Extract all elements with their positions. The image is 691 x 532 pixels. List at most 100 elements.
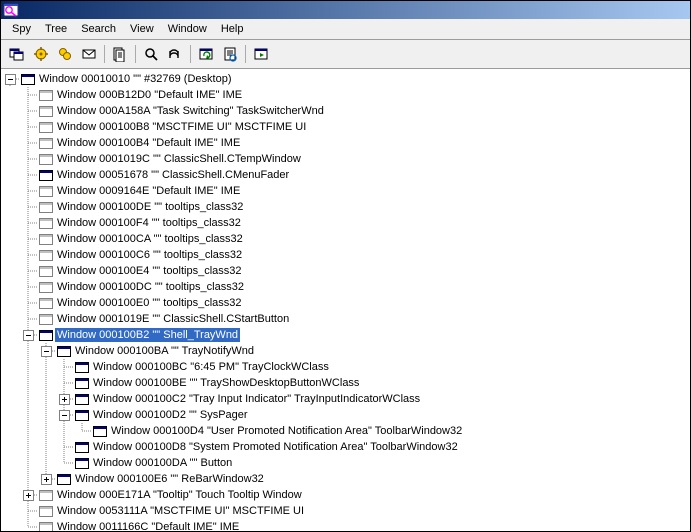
tree-item-label[interactable]: Window 000E171A "Tooltip" Touch Tooltip … (55, 488, 304, 502)
title-bar (1, 1, 690, 19)
tree-row[interactable]: Window 000A158A "Task Switching" TaskSwi… (1, 103, 690, 119)
tree-item-label[interactable]: Window 000100BE "" TrayShowDesktopButton… (91, 376, 361, 390)
tree-row[interactable]: Window 0009164E "Default IME" IME (1, 183, 690, 199)
menu-spy[interactable]: Spy (5, 21, 38, 37)
tree-row[interactable]: Window 0011166C "Default IME" IME (1, 519, 690, 531)
tree-item-label[interactable]: Window 000100DE "" tooltips_class32 (55, 200, 245, 214)
window-icon (73, 359, 91, 375)
tree-row[interactable]: Window 00051678 "" ClassicShell.CMenuFad… (1, 167, 690, 183)
tree-connectors (1, 407, 73, 423)
tool-properties-icon[interactable] (218, 42, 242, 66)
tool-refresh-window-icon[interactable] (194, 42, 218, 66)
tree-item-label[interactable]: Window 000100D2 "" SysPager (91, 408, 250, 422)
tool-refresh-icon[interactable] (249, 42, 273, 66)
tool-threads-icon[interactable] (53, 42, 77, 66)
tree-row[interactable]: Window 000100B2 "" Shell_TrayWnd (1, 327, 690, 343)
collapse-icon[interactable] (41, 346, 52, 357)
tree-row[interactable]: Window 000100BC "6:45 PM" TrayClockWClas… (1, 359, 690, 375)
window-icon (55, 471, 73, 487)
tree-connectors (1, 391, 73, 407)
tree-row[interactable]: Window 000100D4 "User Promoted Notificat… (1, 423, 690, 439)
tree-item-label[interactable]: Window 000100BA "" TrayNotifyWnd (73, 344, 256, 358)
tree-item-label[interactable]: Window 000100B2 "" Shell_TrayWnd (55, 328, 240, 342)
tree-row[interactable]: Window 000100E6 "" ReBarWindow32 (1, 471, 690, 487)
hidden-window-icon (37, 87, 55, 103)
tree-item-label[interactable]: Window 000100CA "" tooltips_class32 (55, 232, 245, 246)
tree-item-label[interactable]: Window 000A158A "Task Switching" TaskSwi… (55, 104, 326, 118)
tool-messages-icon[interactable] (77, 42, 101, 66)
expand-icon[interactable] (23, 490, 34, 501)
collapse-icon[interactable] (5, 74, 16, 85)
menu-search[interactable]: Search (74, 21, 123, 37)
tree-row[interactable]: Window 000100E0 "" tooltips_class32 (1, 295, 690, 311)
tree-item-label[interactable]: Window 0053111A "MSCTFIME UI" MSCTFIME U… (55, 504, 306, 518)
tree-item-label[interactable]: Window 000100C6 "" tooltips_class32 (55, 248, 244, 262)
tree-item-label[interactable]: Window 000100C2 "Tray Input Indicator" T… (91, 392, 422, 406)
expand-icon[interactable] (59, 394, 70, 405)
tree-connectors (1, 311, 37, 327)
tree-connectors (1, 343, 55, 359)
tree-item-label[interactable]: Window 000100B4 "Default IME" IME (55, 136, 242, 150)
tree-connectors (1, 487, 37, 503)
expand-icon[interactable] (41, 474, 52, 485)
tool-find-window-icon[interactable] (139, 42, 163, 66)
tree-row[interactable]: Window 000B12D0 "Default IME" IME (1, 87, 690, 103)
tree-row[interactable]: Window 000100E4 "" tooltips_class32 (1, 263, 690, 279)
tree-item-label[interactable]: Window 000100DC "" tooltips_class32 (55, 280, 246, 294)
tree-item-label[interactable]: Window 000100BC "6:45 PM" TrayClockWClas… (91, 360, 331, 374)
menu-window[interactable]: Window (161, 21, 214, 37)
tree-connectors (1, 503, 37, 519)
tree-connectors (1, 359, 73, 375)
menu-help[interactable]: Help (214, 21, 251, 37)
tree-view[interactable]: Window 00010010 "" #32769 (Desktop) Wind… (1, 69, 690, 531)
tree-row[interactable]: Window 000100C6 "" tooltips_class32 (1, 247, 690, 263)
tree-item-label[interactable]: Window 000100F4 "" tooltips_class32 (55, 216, 243, 230)
tree-connectors (1, 279, 37, 295)
tree-connectors (1, 327, 37, 343)
tree-item-label[interactable]: Window 00010010 "" #32769 (Desktop) (37, 72, 233, 86)
tree-item-label[interactable]: Window 0011166C "Default IME" IME (55, 520, 241, 531)
tree-row[interactable]: Window 0053111A "MSCTFIME UI" MSCTFIME U… (1, 503, 690, 519)
tree-item-label[interactable]: Window 0009164E "Default IME" IME (55, 184, 242, 198)
window-icon (73, 391, 91, 407)
tool-log-icon[interactable] (108, 42, 132, 66)
hidden-window-icon (37, 247, 55, 263)
tree-item-label[interactable]: Window 0001019C "" ClassicShell.CTempWin… (55, 152, 303, 166)
tree-item-label[interactable]: Window 000100E0 "" tooltips_class32 (55, 296, 244, 310)
tool-find-icon[interactable] (163, 42, 187, 66)
tree-row[interactable]: Window 00010010 "" #32769 (Desktop) (1, 71, 690, 87)
tree-row[interactable]: Window 000100C2 "Tray Input Indicator" T… (1, 391, 690, 407)
tree-row[interactable]: Window 000100DC "" tooltips_class32 (1, 279, 690, 295)
tree-row[interactable]: Window 000100F4 "" tooltips_class32 (1, 215, 690, 231)
tree-item-label[interactable]: Window 0001019E "" ClassicShell.CStartBu… (55, 312, 291, 326)
tool-processes-icon[interactable] (29, 42, 53, 66)
tree-row[interactable]: Window 000100CA "" tooltips_class32 (1, 231, 690, 247)
hidden-window-icon (37, 279, 55, 295)
tree-connectors (1, 151, 37, 167)
menu-tree[interactable]: Tree (38, 21, 74, 37)
tree-row[interactable]: Window 0001019E "" ClassicShell.CStartBu… (1, 311, 690, 327)
tree-row[interactable]: Window 000100BE "" TrayShowDesktopButton… (1, 375, 690, 391)
tree-row[interactable]: Window 000100DE "" tooltips_class32 (1, 199, 690, 215)
hidden-window-icon (37, 215, 55, 231)
tree-row[interactable]: Window 000100D8 "System Promoted Notific… (1, 439, 690, 455)
tree-row[interactable]: Window 000100DA "" Button (1, 455, 690, 471)
collapse-icon[interactable] (59, 410, 70, 421)
tree-item-label[interactable]: Window 000100E4 "" tooltips_class32 (55, 264, 244, 278)
tool-windows-icon[interactable] (5, 42, 29, 66)
tree-row[interactable]: Window 000100D2 "" SysPager (1, 407, 690, 423)
collapse-icon[interactable] (23, 330, 34, 341)
tree-row[interactable]: Window 000E171A "Tooltip" Touch Tooltip … (1, 487, 690, 503)
tree-item-label[interactable]: Window 000100DA "" Button (91, 456, 234, 470)
tree-item-label[interactable]: Window 000100B8 "MSCTFIME UI" MSCTFIME U… (55, 120, 308, 134)
tree-item-label[interactable]: Window 000B12D0 "Default IME" IME (55, 88, 244, 102)
tree-row[interactable]: Window 000100BA "" TrayNotifyWnd (1, 343, 690, 359)
tree-item-label[interactable]: Window 000100D8 "System Promoted Notific… (91, 440, 460, 454)
tree-item-label[interactable]: Window 00051678 "" ClassicShell.CMenuFad… (55, 168, 291, 182)
tree-item-label[interactable]: Window 000100E6 "" ReBarWindow32 (73, 472, 266, 486)
tree-row[interactable]: Window 0001019C "" ClassicShell.CTempWin… (1, 151, 690, 167)
menu-view[interactable]: View (123, 21, 161, 37)
tree-row[interactable]: Window 000100B8 "MSCTFIME UI" MSCTFIME U… (1, 119, 690, 135)
tree-item-label[interactable]: Window 000100D4 "User Promoted Notificat… (109, 424, 464, 438)
tree-row[interactable]: Window 000100B4 "Default IME" IME (1, 135, 690, 151)
